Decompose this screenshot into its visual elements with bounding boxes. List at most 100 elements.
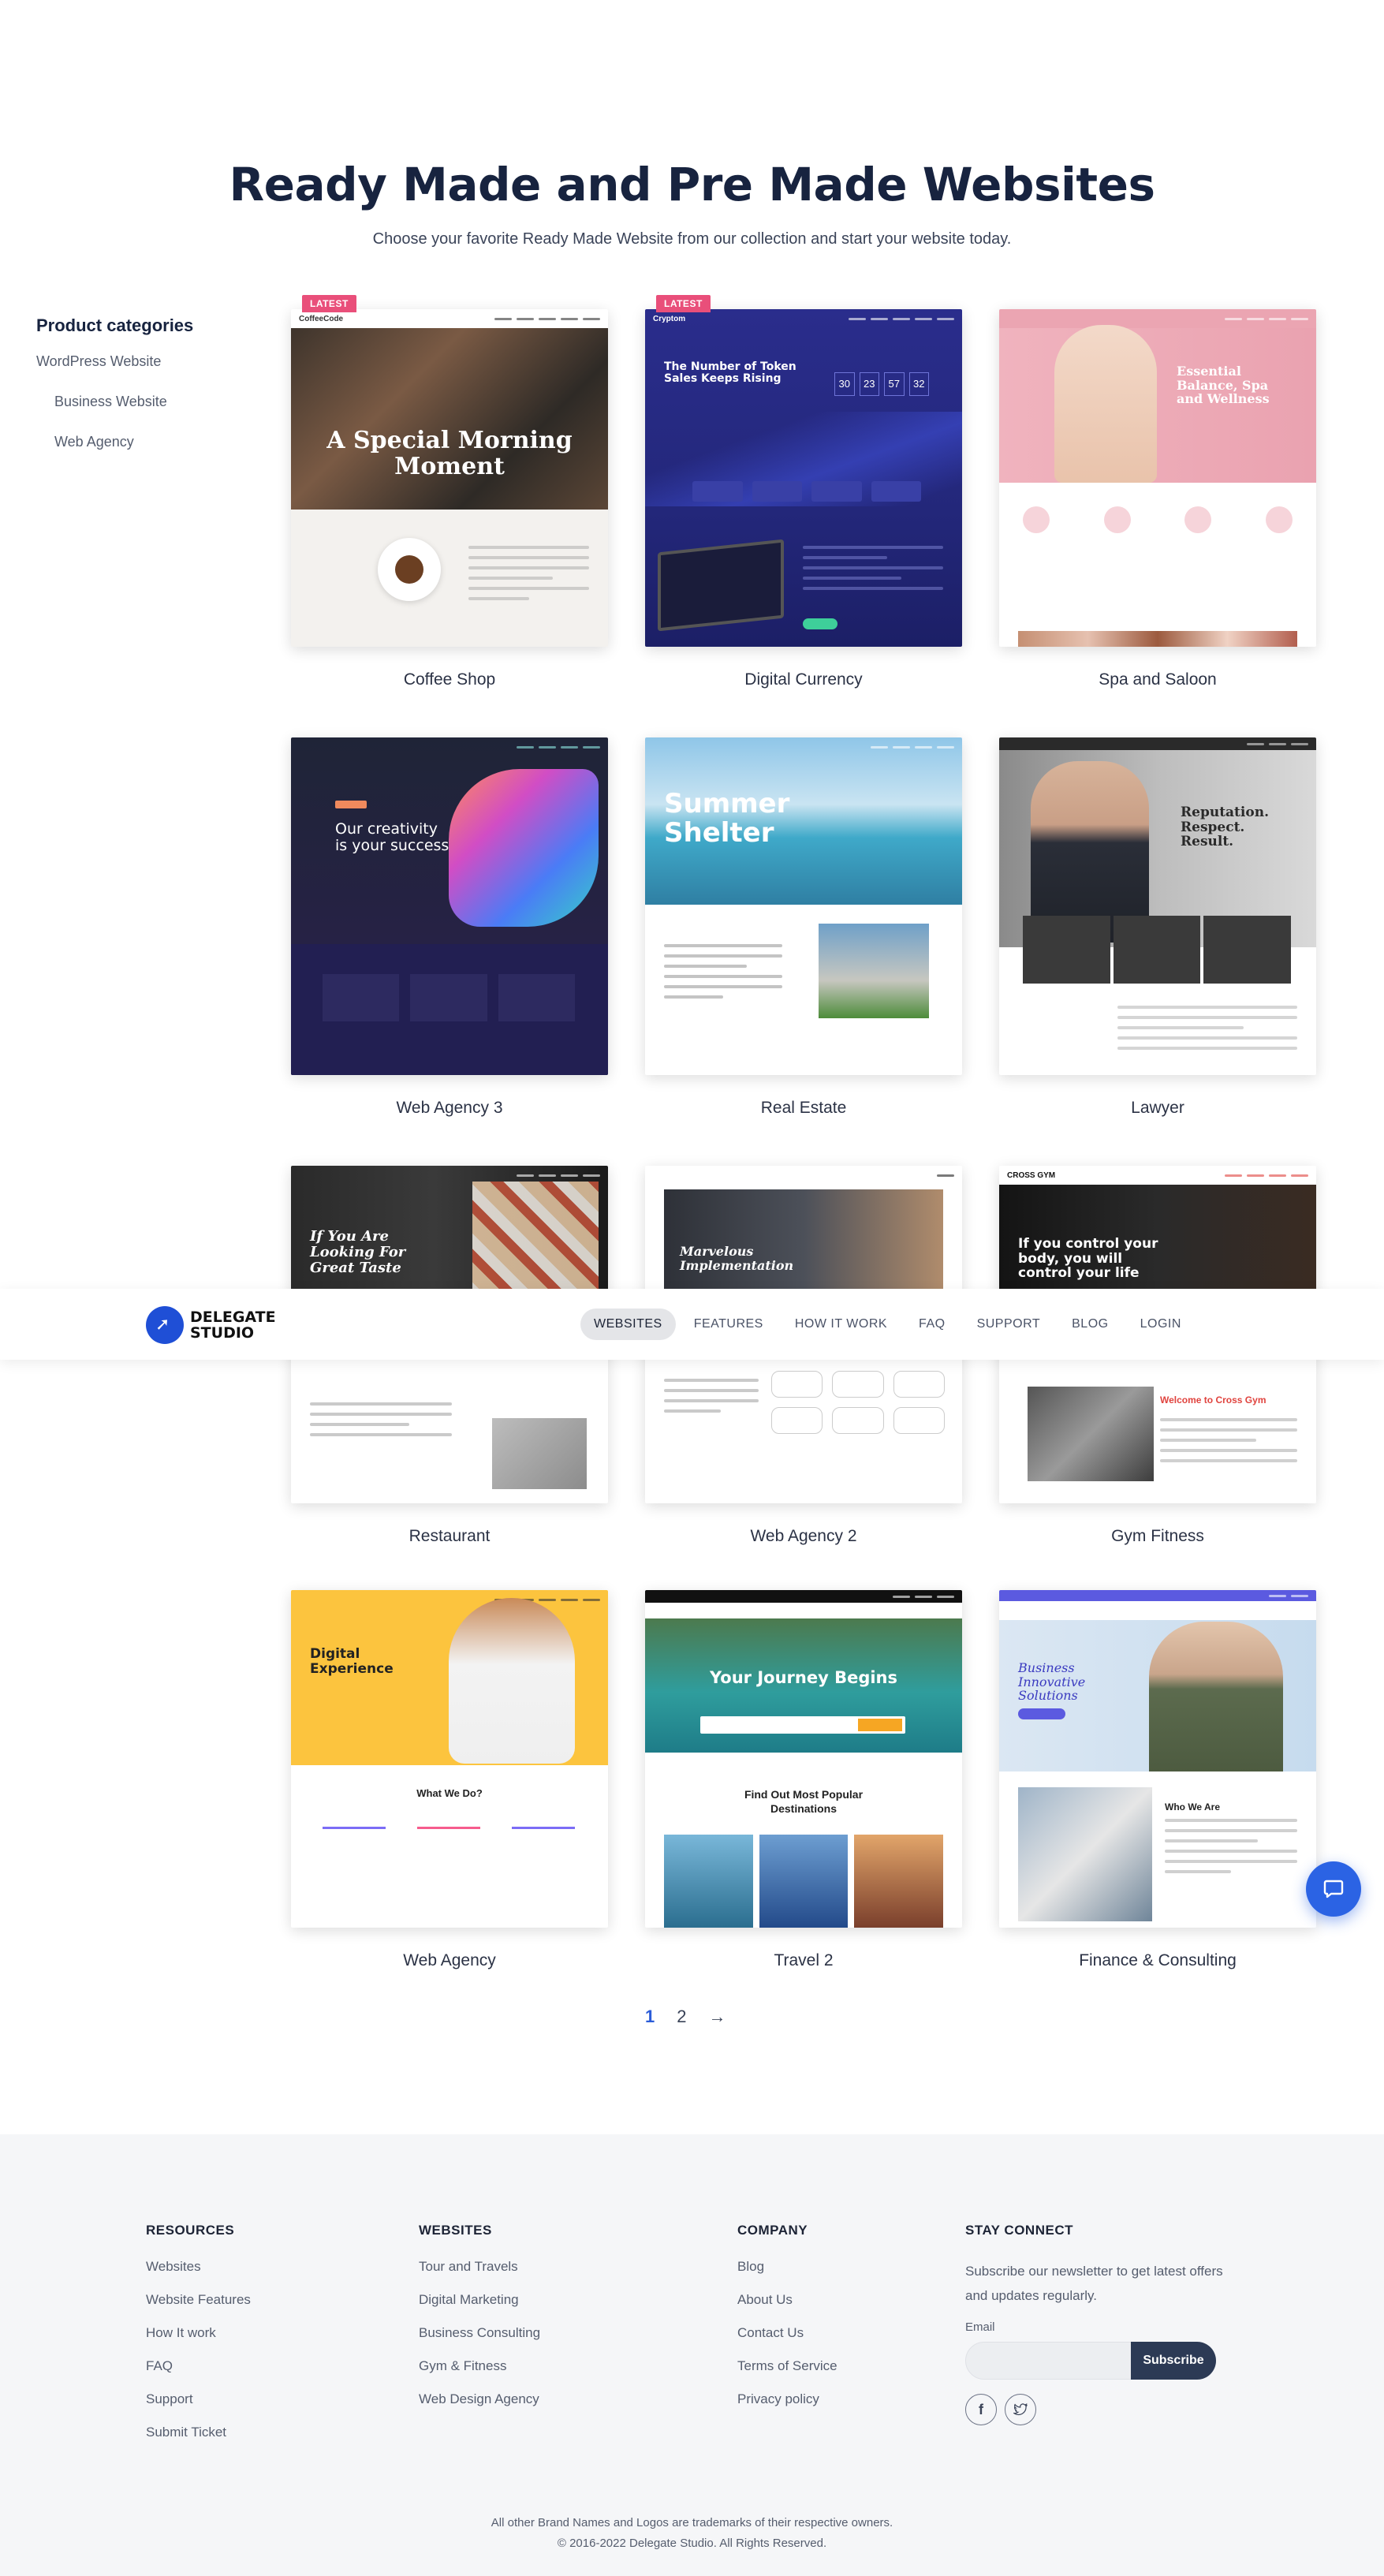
- client-logos: [771, 1371, 945, 1434]
- nav-how-it-work[interactable]: HOW IT WORK: [782, 1309, 901, 1340]
- template-card[interactable]: LATEST CoffeeCode A Special Morning Mome…: [291, 295, 608, 689]
- footer-link[interactable]: Blog: [737, 2259, 837, 2275]
- chat-button[interactable]: [1306, 1861, 1361, 1917]
- thumb-headline: The Number of Token Sales Keeps Rising: [664, 360, 796, 386]
- sidebar-item-wordpress-website[interactable]: WordPress Website: [36, 353, 257, 370]
- template-title[interactable]: Spa and Saloon: [999, 670, 1316, 689]
- footer-resources: RESOURCES Websites Website Features How …: [146, 2223, 251, 2458]
- template-title[interactable]: Finance & Consulting: [999, 1951, 1316, 1970]
- twitter-icon[interactable]: [1005, 2394, 1036, 2425]
- thumb-text-lines: [803, 546, 943, 597]
- template-title[interactable]: Gym Fitness: [999, 1527, 1316, 1546]
- footer-heading: STAY CONNECT: [965, 2223, 1073, 2238]
- product-categories-sidebar: Product categories WordPress Website Bus…: [36, 315, 257, 474]
- nav-faq[interactable]: FAQ: [905, 1309, 959, 1340]
- footer-link[interactable]: About Us: [737, 2292, 837, 2308]
- footer-link[interactable]: Terms of Service: [737, 2358, 837, 2374]
- footer-link[interactable]: How It work: [146, 2325, 251, 2341]
- template-thumbnail[interactable]: Our creativity is your success: [291, 737, 608, 1075]
- thumb-headline: Business Innovative Solutions: [1018, 1660, 1086, 1704]
- abstract-3d-shape: [449, 769, 599, 927]
- nav-blog[interactable]: BLOG: [1058, 1309, 1121, 1340]
- template-card[interactable]: Business Innovative Solutions Who We Are…: [999, 1590, 1316, 1969]
- footer-link[interactable]: Business Consulting: [419, 2325, 540, 2341]
- email-label: Email: [965, 2320, 995, 2334]
- template-card[interactable]: Our creativity is your success Web Agenc…: [291, 737, 608, 1117]
- thumb-features: [323, 1827, 575, 1866]
- gym-image: [1028, 1387, 1154, 1481]
- template-card[interactable]: LATEST Cryptom The Number of Token Sales…: [645, 295, 962, 689]
- template-card[interactable]: Essential Balance, Spa and Wellness Spa …: [999, 309, 1316, 689]
- template-title[interactable]: Web Agency 3: [291, 1099, 608, 1118]
- footer-link[interactable]: Websites: [146, 2259, 251, 2275]
- footer-company: COMPANY Blog About Us Contact Us Terms o…: [737, 2223, 837, 2425]
- template-title[interactable]: Web Agency 2: [645, 1527, 962, 1546]
- template-thumbnail[interactable]: Cryptom The Number of Token Sales Keeps …: [645, 309, 962, 647]
- template-thumbnail[interactable]: Business Innovative Solutions Who We Are: [999, 1590, 1316, 1928]
- coffee-icon: [395, 555, 423, 584]
- page-2-link[interactable]: 2: [677, 2007, 686, 2027]
- footer-heading: WEBSITES: [419, 2223, 492, 2238]
- facebook-icon[interactable]: f: [965, 2394, 997, 2425]
- template-title[interactable]: Lawyer: [999, 1099, 1316, 1118]
- footer-link[interactable]: Submit Ticket: [146, 2425, 251, 2440]
- next-page-arrow[interactable]: →: [709, 2007, 726, 2027]
- template-title[interactable]: Coffee Shop: [291, 670, 608, 689]
- thumb-navbar: [645, 1166, 962, 1185]
- footer-link[interactable]: Privacy policy: [737, 2391, 837, 2407]
- template-thumbnail[interactable]: Your Journey Begins Find Out Most Popula…: [645, 1590, 962, 1928]
- thumb-brand: CROSS GYM: [1007, 1170, 1056, 1180]
- template-title[interactable]: Travel 2: [645, 1951, 962, 1970]
- template-title[interactable]: Digital Currency: [645, 670, 962, 689]
- footer-websites: WEBSITES Tour and Travels Digital Market…: [419, 2223, 540, 2425]
- page-1-link[interactable]: 1: [645, 2007, 655, 2027]
- template-card[interactable]: Digital Experience What We Do? Web Agenc…: [291, 1590, 608, 1969]
- footer-link[interactable]: Digital Marketing: [419, 2292, 540, 2308]
- footer-link[interactable]: FAQ: [146, 2358, 251, 2374]
- footer-link[interactable]: Support: [146, 2391, 251, 2407]
- newsletter-form: Subscribe: [965, 2342, 1216, 2380]
- template-thumbnail[interactable]: Digital Experience What We Do?: [291, 1590, 608, 1928]
- thumb-cta-button: [803, 618, 837, 629]
- page-subtitle: Choose your favorite Ready Made Website …: [372, 230, 1012, 248]
- thumb-navbar: [291, 1590, 608, 1609]
- thumb-navbar: [999, 737, 1316, 750]
- nav-support[interactable]: SUPPORT: [964, 1309, 1054, 1340]
- footer-link[interactable]: Contact Us: [737, 2325, 837, 2341]
- footer-link[interactable]: Web Design Agency: [419, 2391, 540, 2407]
- template-title[interactable]: Real Estate: [645, 1099, 962, 1118]
- subscribe-button[interactable]: Subscribe: [1131, 2342, 1216, 2380]
- newsletter-text: Subscribe our newsletter to get latest o…: [965, 2264, 1223, 2303]
- footer-link[interactable]: Tour and Travels: [419, 2259, 540, 2275]
- sidebar-item-business-website[interactable]: Business Website: [36, 394, 257, 410]
- model-image: [1054, 325, 1157, 483]
- template-card[interactable]: Reputation. Respect. Result. Lawyer: [999, 737, 1316, 1117]
- sidebar-item-web-agency[interactable]: Web Agency: [36, 434, 257, 450]
- footer-link[interactable]: Gym & Fitness: [419, 2358, 540, 2374]
- template-title[interactable]: Restaurant: [291, 1527, 608, 1546]
- nav-websites[interactable]: WEBSITES: [580, 1309, 676, 1340]
- template-card[interactable]: Summer Shelter Real Estate: [645, 737, 962, 1117]
- footer-link[interactable]: Website Features: [146, 2292, 251, 2308]
- thumb-headline: Our creativity is your success: [335, 820, 450, 854]
- thumb-headline: Marvelous Implementation: [680, 1244, 794, 1273]
- thumb-navbar: [645, 737, 962, 756]
- template-thumbnail[interactable]: CoffeeCode A Special Morning Moment: [291, 309, 608, 647]
- template-thumbnail[interactable]: Essential Balance, Spa and Wellness: [999, 309, 1316, 647]
- page-title: Ready Made and Pre Made Websites: [229, 158, 1156, 211]
- template-thumbnail[interactable]: Summer Shelter: [645, 737, 962, 1075]
- thumb-text-lines: [664, 944, 782, 1006]
- brand-logo[interactable]: ➚ DELEGATE STUDIO: [146, 1306, 276, 1344]
- nav-features[interactable]: FEATURES: [681, 1309, 777, 1340]
- template-card[interactable]: Your Journey Begins Find Out Most Popula…: [645, 1590, 962, 1969]
- trademark-notice: All other Brand Names and Logos are trad…: [491, 2516, 893, 2529]
- template-title[interactable]: Web Agency: [291, 1951, 608, 1970]
- thumb-text-lines: [1117, 1006, 1297, 1057]
- template-thumbnail[interactable]: Reputation. Respect. Result.: [999, 737, 1316, 1075]
- thumb-brand: Cryptom: [653, 314, 686, 323]
- gym-heading: Welcome to Cross Gym: [1160, 1394, 1266, 1406]
- thumb-section-title: Who We Are: [1165, 1801, 1221, 1813]
- nav-login[interactable]: LOGIN: [1127, 1309, 1195, 1340]
- footer-heading: COMPANY: [737, 2223, 808, 2238]
- thumb-section-title: What We Do?: [416, 1787, 483, 1799]
